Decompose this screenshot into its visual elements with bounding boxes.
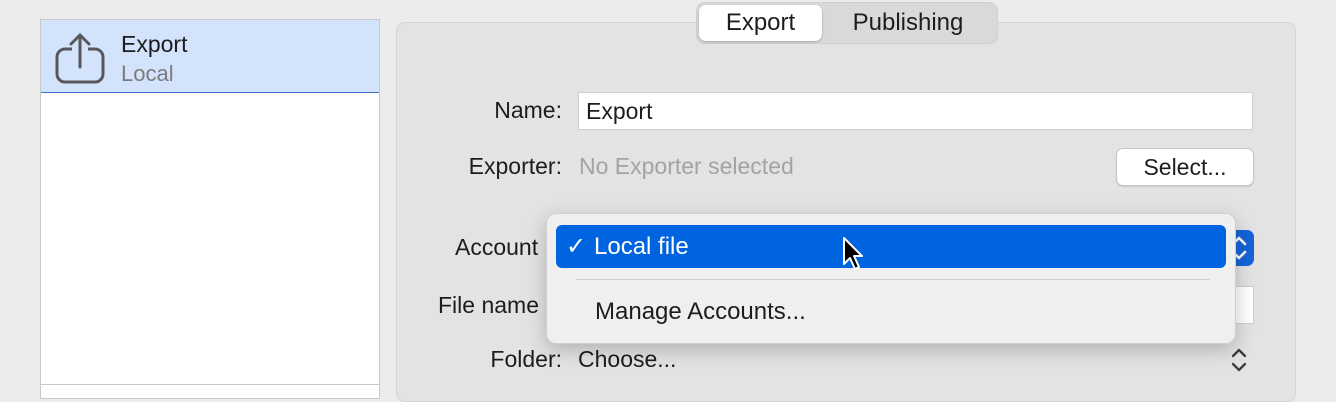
menu-item-label: Local file (594, 233, 689, 260)
segmented-tabs: Export Publishing (696, 2, 998, 44)
tab-export[interactable]: Export (699, 5, 822, 41)
menu-item-local-file[interactable]: ✓ Local file (556, 225, 1226, 268)
account-label: Account (455, 234, 539, 260)
name-field[interactable] (578, 92, 1253, 130)
share-export-icon (54, 31, 106, 85)
list-item-subtitle: Local (121, 61, 174, 86)
tab-publishing[interactable]: Publishing (825, 5, 991, 41)
file-name-label: File name (438, 292, 539, 318)
sidebar-bottom-divider (41, 384, 379, 385)
menu-separator (576, 279, 1210, 280)
chevron-updown-icon[interactable] (1230, 346, 1248, 374)
menu-item-manage-accounts[interactable]: Manage Accounts... (595, 298, 806, 326)
settings-panel (396, 22, 1296, 402)
folder-popup-button[interactable]: Choose... (578, 346, 676, 373)
checkmark-icon: ✓ (566, 233, 587, 260)
export-targets-list: Export Local (40, 19, 380, 399)
select-exporter-button[interactable]: Select... (1116, 148, 1254, 186)
account-dropdown-menu: ✓ Local file Manage Accounts... (546, 213, 1236, 344)
list-item-title: Export (121, 31, 188, 57)
exporter-value: No Exporter selected (579, 153, 794, 179)
name-label: Name: (494, 97, 562, 123)
folder-label: Folder: (490, 346, 562, 372)
exporter-label: Exporter: (468, 153, 562, 179)
mouse-pointer-icon (843, 237, 863, 270)
list-item-export-local[interactable]: Export Local (41, 20, 379, 93)
